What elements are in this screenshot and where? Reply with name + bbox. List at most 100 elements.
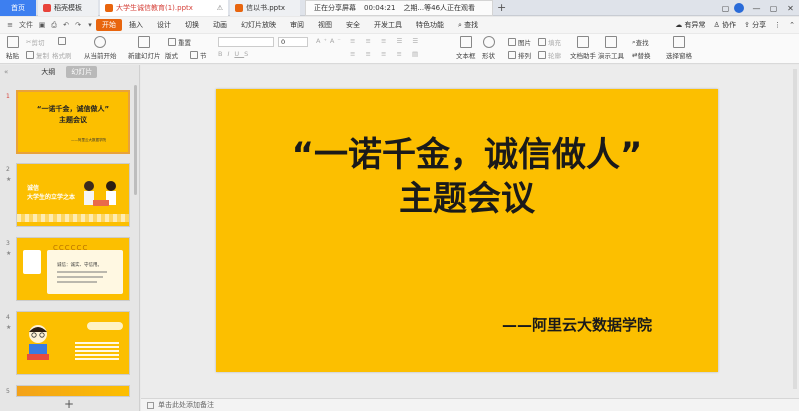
close-icon[interactable]: ✕ xyxy=(782,4,799,13)
new-tab-icon[interactable]: + xyxy=(497,1,506,14)
select-pane-button[interactable]: 选择窗格 xyxy=(666,36,692,60)
minimize-icon[interactable]: — xyxy=(748,4,765,13)
menu-animation[interactable]: 动画 xyxy=(206,20,234,30)
menu-icon[interactable]: ≡ xyxy=(4,21,16,29)
animation-star-icon: ★ xyxy=(6,176,12,183)
font-style-group[interactable]: BIUS xyxy=(218,50,253,58)
picture-button[interactable]: 图片 xyxy=(508,37,531,47)
reset-button[interactable]: 重置 xyxy=(168,37,191,47)
collab-button[interactable]: ♙ 协作 xyxy=(714,20,737,30)
menu-slideshow[interactable]: 幻灯片放映 xyxy=(234,20,283,30)
panel-scrollbar[interactable] xyxy=(134,85,137,195)
reset-label: 重置 xyxy=(178,39,191,47)
picture-label: 图片 xyxy=(518,39,531,47)
maximize-icon[interactable]: ▢ xyxy=(765,4,782,13)
present-tool-button[interactable]: 演示工具 xyxy=(598,36,624,60)
outline-icon xyxy=(538,51,546,59)
slide-subtitle[interactable]: ——阿里云大数据学院 xyxy=(502,314,652,335)
search-button[interactable]: ⌕ 查找 xyxy=(451,20,485,30)
textbox-button[interactable]: 文本框 xyxy=(456,36,476,60)
pptx-icon xyxy=(105,4,113,12)
slide-thumbnail-5[interactable] xyxy=(16,385,130,397)
avatar[interactable] xyxy=(734,3,744,13)
fill-button[interactable]: 填充 xyxy=(538,37,561,47)
underline-icon[interactable]: U xyxy=(234,50,244,58)
screen-share-bar[interactable]: 正在分享屏幕 00:04:21 之期...等46人正在观看 xyxy=(305,0,493,16)
font-name-select[interactable] xyxy=(218,37,274,47)
menu-transition[interactable]: 切换 xyxy=(178,20,206,30)
undo-icon[interactable]: ↶ xyxy=(60,21,72,29)
notes-icon xyxy=(147,401,154,409)
slide-thumbnail-3[interactable]: CCCCCC 诚信：诚实、守信用。 xyxy=(16,237,130,301)
add-slide-icon[interactable]: + xyxy=(64,397,74,411)
font-size-adjust[interactable]: A⁺A⁻ xyxy=(316,37,344,45)
section-icon xyxy=(190,51,198,59)
chevron-down-icon[interactable]: ▾ xyxy=(84,21,96,29)
menu-design[interactable]: 设计 xyxy=(150,20,178,30)
paste-button[interactable]: 粘贴 xyxy=(6,36,19,60)
collapse-icon[interactable]: « xyxy=(4,68,8,76)
replace-button[interactable]: ⇄ 替换 xyxy=(632,50,650,60)
print-icon[interactable]: ⎙ xyxy=(48,21,60,30)
menu-security[interactable]: 安全 xyxy=(339,20,367,30)
tab-file-1-label: 大学生诚信教育(1).pptx xyxy=(116,4,193,12)
share-button[interactable]: ⇪ 分享 xyxy=(744,20,766,30)
outline-button[interactable]: 轮廓 xyxy=(538,50,561,60)
menu-view[interactable]: 视图 xyxy=(311,20,339,30)
new-slide-button[interactable]: 新建幻灯片 xyxy=(128,36,161,60)
redo-icon[interactable]: ↷ xyxy=(72,21,84,29)
play-from-current-button[interactable]: 从当前开始 xyxy=(84,36,117,60)
layout-icon[interactable]: ▢ xyxy=(717,4,734,13)
doc-assistant-button[interactable]: 文档助手 xyxy=(570,36,596,60)
slide-thumbnail-1[interactable]: “一诺千金，诚信做人” 主题会议 ——阿里云大数据学院 xyxy=(16,90,130,154)
format-painter-button[interactable] xyxy=(58,37,68,45)
share-status: 正在分享屏幕 xyxy=(314,4,356,12)
arrange-label: 排列 xyxy=(518,52,531,60)
status-button[interactable]: ☁ 有异常 xyxy=(675,20,705,30)
cut-button[interactable]: ✂ 剪切 xyxy=(26,37,44,47)
find-button[interactable]: ⌕ 查找 xyxy=(632,37,649,48)
section-button[interactable]: 节 xyxy=(190,50,207,60)
copy-button[interactable]: 复制 xyxy=(26,50,49,60)
assistant-icon xyxy=(577,36,589,48)
canvas-scrollbar[interactable] xyxy=(793,69,797,389)
doc-assistant-label: 文档助手 xyxy=(570,52,596,60)
slide-title[interactable]: “一诺千金，诚信做人” 主题会议 xyxy=(216,133,718,221)
strike-icon[interactable]: S xyxy=(244,50,253,58)
tab-outline[interactable]: 大纲 xyxy=(36,66,60,78)
font-size-select[interactable]: 0 xyxy=(278,37,308,47)
thumb-title: 诚信 大学生的立学之本 xyxy=(27,185,76,201)
file-menu[interactable]: 文件 xyxy=(16,20,36,30)
tab-home[interactable]: 首页 xyxy=(0,0,36,16)
shape-icon xyxy=(482,36,495,48)
tab-slides[interactable]: 幻灯片 xyxy=(66,66,98,78)
menu-review[interactable]: 审阅 xyxy=(283,20,311,30)
format-painter-label-wrap[interactable]: 格式刷 xyxy=(52,50,72,60)
cut-label: 剪切 xyxy=(31,39,45,47)
slide-thumbnail-2[interactable]: 诚信 大学生的立学之本 xyxy=(16,163,130,227)
align-group[interactable]: ≡ ≡ ≡ ≡ ▤ xyxy=(350,50,422,58)
bold-icon[interactable]: B xyxy=(218,50,227,58)
more-icon[interactable]: ⋮ xyxy=(774,21,781,29)
shape-button[interactable]: 形状 xyxy=(482,36,495,60)
menu-features[interactable]: 特色功能 xyxy=(409,20,451,30)
tab-file-1[interactable]: 大学生诚信教育(1).pptx ⚠ xyxy=(100,0,228,16)
menu-home[interactable]: 开始 xyxy=(96,19,122,31)
layout-button[interactable]: 版式 xyxy=(165,50,178,60)
slide-canvas: “一诺千金，诚信做人” 主题会议 ——阿里云大数据学院 xyxy=(141,65,799,398)
notepad-rings: CCCCCC xyxy=(53,244,89,252)
save-icon[interactable]: ▣ xyxy=(36,21,48,29)
play-icon xyxy=(94,36,107,48)
chevron-up-icon[interactable]: ⌃ xyxy=(789,21,795,29)
docer-icon xyxy=(43,4,51,12)
tab-file-2[interactable]: 信以书.pptx xyxy=(230,0,300,16)
menu-developer[interactable]: 开发工具 xyxy=(367,20,409,30)
menu-insert[interactable]: 插入 xyxy=(122,20,150,30)
tab-template[interactable]: 稻壳模板 xyxy=(38,0,98,16)
italic-icon[interactable]: I xyxy=(227,50,234,58)
notes-bar[interactable]: 单击此处添加备注 xyxy=(141,398,799,411)
arrange-button[interactable]: 排列 xyxy=(508,50,531,60)
current-slide[interactable]: “一诺千金，诚信做人” 主题会议 ——阿里云大数据学院 xyxy=(216,89,718,372)
slide-thumbnail-4[interactable] xyxy=(16,311,130,375)
paragraph-group[interactable]: ≡ ≡ ≡ ☰ ☰ xyxy=(350,37,422,45)
